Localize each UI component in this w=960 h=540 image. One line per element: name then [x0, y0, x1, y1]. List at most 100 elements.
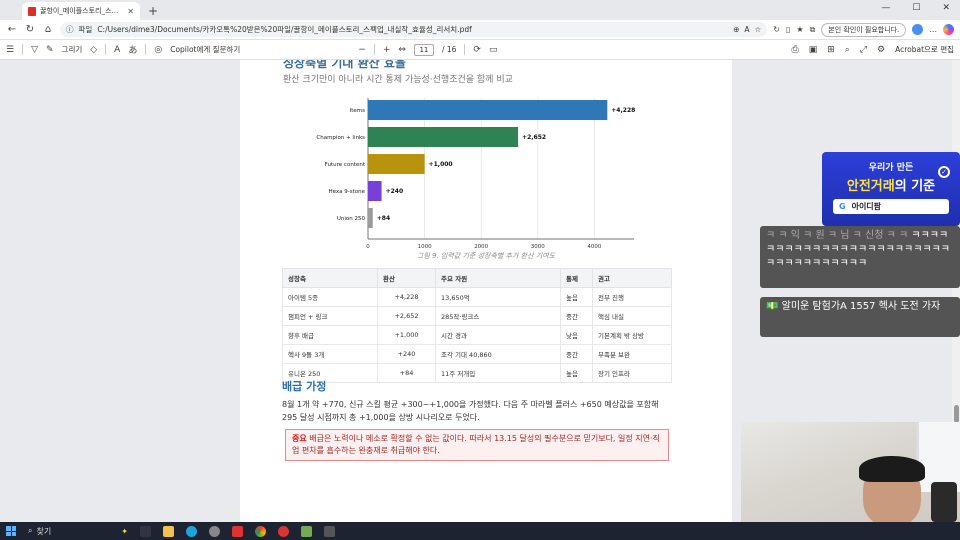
cell: 285작·링크스	[435, 306, 561, 326]
more-button[interactable]: ...	[929, 25, 937, 34]
app-icon[interactable]	[209, 525, 220, 537]
ad-line2-rest: 의 기준	[894, 179, 936, 194]
cell: 13,650억	[435, 287, 561, 307]
draw-label[interactable]: 그리기	[62, 44, 83, 55]
acrobat-edit-button[interactable]: Acrobat으로 편집	[895, 44, 954, 55]
notice-text: 배급은 노력이나 메소로 확정할 수 없는 값이다. 따라서 13.15 달성의…	[292, 434, 660, 455]
table-row: 향후 배급 +1,000 시간 경과 낮음 기본계획 밖 상방	[282, 325, 672, 345]
favorite-icon[interactable]: ☆	[755, 25, 762, 34]
page-total-value: 16	[446, 45, 457, 54]
chart-subtitle: 환산 크기만이 아니라 시간 통제 가능성·선행조건을 함께 비교	[283, 75, 513, 85]
divider	[145, 44, 147, 55]
chat-prefix: ㅋ ㅋ 익 ㅋ 원 ㅋ 님 ㅋ 신청 ㅋ ㅋ	[766, 230, 909, 241]
chrome-icon[interactable]	[255, 525, 266, 537]
cell: 높음	[560, 287, 593, 307]
url-prefix: 파일	[78, 25, 93, 34]
save-icon[interactable]: ▣	[809, 45, 818, 55]
collections-icon[interactable]: ⧉	[810, 25, 816, 35]
x-tick-label: 2000	[474, 244, 488, 250]
cell: 헥사 9돌 3개	[282, 344, 378, 364]
figure-caption: 그림 9. 입력값 기준 성장축별 추가 환산 기여도	[416, 252, 556, 260]
task-view-icon[interactable]	[140, 525, 151, 537]
section-title: 배급 가정	[282, 380, 327, 393]
address-right-tools: ↻ ▯ ★ ⧉ 본인 확인이 필요합니다. ...	[773, 22, 954, 37]
app-icon[interactable]	[324, 525, 335, 537]
zoom-icon[interactable]: ⊕	[733, 25, 739, 34]
cell: 중간	[560, 344, 593, 364]
url-box[interactable]: ⓘ 파일 C:/Users/dime3/Documents/카카오톡%20받은%…	[60, 22, 768, 37]
file-explorer-icon[interactable]	[163, 525, 174, 537]
app-icon[interactable]	[232, 525, 243, 537]
refresh-icon[interactable]: ↻	[24, 24, 36, 35]
taskbar: ⌕ 찾기 ✦	[0, 522, 960, 540]
minimize-button[interactable]: —	[881, 3, 890, 13]
windows-start-icon[interactable]	[6, 526, 16, 536]
favorites-icon[interactable]: ★	[796, 25, 803, 34]
translate-icon[interactable]: あ	[128, 43, 137, 56]
contents-icon[interactable]: ☰	[6, 45, 14, 55]
chat-donation: 💵 알미운 탐험가A 1557 헥사 도전 가자	[760, 297, 960, 337]
copilot-small-icon[interactable]: ◎	[154, 45, 162, 55]
data-label: +1,000	[429, 161, 453, 168]
page-number-input[interactable]: 11	[413, 43, 434, 56]
ad-line2: 안전거래의 기준	[822, 175, 960, 194]
home-icon[interactable]: ⌂	[42, 24, 54, 35]
table-row: 챔피언 + 링크 +2,652 285작·링크스 중간 핵심 내실	[282, 306, 672, 326]
scroll-thumb[interactable]	[954, 405, 959, 423]
paragraph: 8월 1개 약 +770, 신규 스킬 평균 +300~+1,000을 가정했다…	[282, 400, 659, 422]
cell: +1,000	[377, 325, 436, 345]
refresh-page-icon[interactable]: ↻	[773, 25, 780, 34]
url-text[interactable]: C:/Users/dime3/Documents/카카오톡%20받은%20파일/…	[97, 24, 728, 35]
settings-icon[interactable]: ⚙	[877, 45, 885, 55]
rotate-icon[interactable]: ⟳	[473, 45, 481, 55]
data-label: +4,228	[611, 107, 635, 114]
bar-chart: 0 1000 2000 3000 4000 Items +4,228 Champion + l…	[316, 98, 635, 250]
summary-table: 성장축 환산 주요 자원 통제 권고 아이템 5종 +4,228 13,650억…	[282, 268, 672, 383]
fit-page-icon[interactable]: ⇔	[398, 45, 406, 55]
tab-pdf[interactable]: 꿀항이_메이플스토리_스펙업_내실... ✕	[22, 2, 140, 20]
eraser-icon[interactable]: ◇	[90, 45, 97, 55]
split-screen-icon[interactable]: ▯	[786, 25, 790, 34]
save-as-icon[interactable]: ⊞	[827, 45, 835, 55]
pen-icon[interactable]: ✎	[46, 45, 54, 55]
pdf-page: 성장축별 기대 환산 효율 환산 크기만이 아니라 시간 통제 가능성·선행조건…	[240, 60, 732, 522]
bar	[368, 100, 608, 120]
divider	[105, 44, 107, 55]
cell: 낮음	[560, 325, 593, 345]
bar	[368, 154, 425, 174]
chat-donation-text: 알미운 탐험가A 1557 헥사 도전 가자	[781, 301, 941, 312]
app-icon[interactable]	[278, 525, 289, 537]
divider	[464, 44, 466, 55]
verify-identity-button[interactable]: 본인 확인이 필요합니다.	[821, 22, 907, 37]
view-icon[interactable]: ▭	[489, 45, 498, 55]
avatar[interactable]	[912, 24, 924, 35]
highlight-icon[interactable]: ▽	[31, 45, 38, 55]
pdf-toolbar-right: ⎙ ▣ ⊞ ⌕ ⤢ ⚙ Acrobat으로 편집	[791, 44, 954, 55]
maximize-button[interactable]: ☐	[912, 3, 920, 13]
cell: 핵심 내실	[592, 306, 672, 326]
cell: 시간 경과	[435, 325, 561, 345]
ad-banner[interactable]: 우리가 만든 안전거래의 기준 ✓ G 아이디팜	[822, 152, 960, 226]
close-window-button[interactable]: ✕	[942, 3, 950, 13]
taskbar-search[interactable]: ⌕ 찾기 ✦	[28, 526, 128, 537]
address-bar: ← ↻ ⌂ ⓘ 파일 C:/Users/dime3/Documents/카카오톡…	[0, 20, 960, 40]
app-icon[interactable]	[301, 525, 312, 537]
window-controls: — ☐ ✕	[881, 3, 950, 13]
zoom-in-icon[interactable]: +	[383, 45, 391, 55]
data-label: +240	[386, 188, 404, 195]
copilot-icon[interactable]	[943, 24, 954, 35]
category-label: Items	[350, 108, 366, 114]
read-aloud-icon[interactable]: A	[744, 25, 749, 34]
close-tab-icon[interactable]: ✕	[127, 7, 134, 16]
notice-tag: 중요	[292, 434, 307, 443]
new-tab-button[interactable]: +	[146, 2, 160, 20]
search-icon[interactable]: ⌕	[845, 45, 850, 55]
copilot-ask-button[interactable]: Copilot에게 질문하기	[170, 44, 240, 55]
edge-icon[interactable]	[186, 525, 197, 537]
search-icon: ⌕	[28, 526, 33, 535]
fullscreen-icon[interactable]: ⤢	[860, 45, 867, 55]
text-icon[interactable]: A	[114, 45, 120, 55]
zoom-out-icon[interactable]: −	[358, 45, 366, 55]
back-icon[interactable]: ←	[6, 24, 18, 35]
print-icon[interactable]: ⎙	[791, 45, 798, 55]
